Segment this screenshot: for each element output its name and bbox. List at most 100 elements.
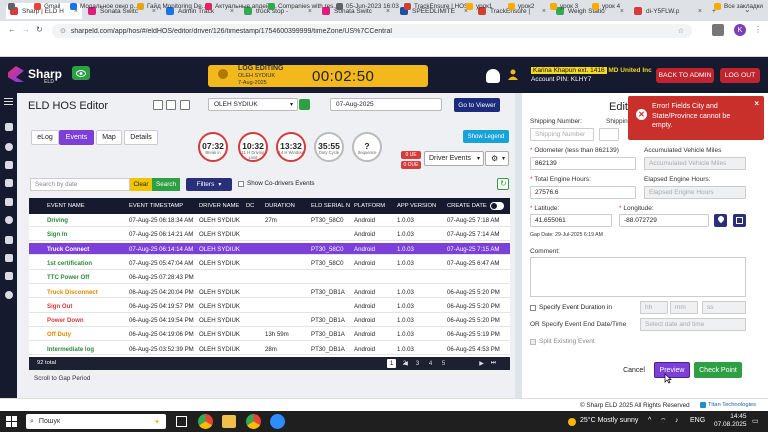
bookmark-item[interactable]: 05-Jun-2023 16:03 [336,3,399,10]
tab-events[interactable]: Events [59,130,94,145]
keyboard-language[interactable]: ENG [690,417,705,424]
file-explorer-icon[interactable] [222,415,236,428]
chart-icon[interactable] [5,236,13,244]
minutes-input[interactable]: mm [670,301,698,314]
volume-icon[interactable]: ♪ [675,417,679,424]
browser-menu-icon[interactable]: ⋮ [754,25,762,34]
seconds-input[interactable]: ss [702,301,746,314]
bookmark-item[interactable]: Companies with res... [268,3,339,10]
bookmark-item[interactable]: TrackEnsure | HOS [404,3,468,10]
table-row[interactable]: Driving 07-Aug-25 06:18:34 AM OLEH SYDIUK 2… [29,214,510,227]
page-button[interactable]: 2 [400,359,409,368]
col-dc[interactable]: DC [246,203,254,209]
tab-map[interactable]: Map [96,130,122,145]
driver-info-button[interactable] [299,99,310,110]
export-icon[interactable] [180,100,190,110]
go-to-viewer-button[interactable]: Go to Viewer [454,98,500,112]
bookmark-item[interactable]: Модальное окно р... [70,3,139,10]
latitude-input[interactable]: 41.655061 [530,214,612,227]
copy-location-icon[interactable] [733,214,746,227]
bookmark-item[interactable]: Gmail [34,3,60,10]
location-icon[interactable] [5,216,13,224]
clear-button[interactable]: Clear [130,178,152,191]
bookmark-item[interactable]: урок2 [508,3,534,10]
split-existing-event[interactable]: Split Existing Event [530,338,595,345]
bookmark-item[interactable]: урок 4 [592,3,620,10]
columns-toggle[interactable] [490,202,504,210]
windows-start-icon[interactable] [6,416,17,427]
tab-elog[interactable]: eLog [31,130,59,145]
table-row[interactable]: Sign Out 06-Aug-25 04:19:57 PM OLEH SYDIUK… [29,299,510,313]
driver-select[interactable]: OLEH SYDIUK ▾ [208,98,298,111]
col-app-version[interactable]: APP VERSION [397,203,436,209]
col-create-date[interactable]: CREATE DATE [447,203,487,209]
col-driver-name[interactable]: DRIVER NAME [199,203,239,209]
sharp-eld-logo[interactable]: Sharp ELD [8,63,62,85]
notification-icon[interactable]: ▭ [752,417,759,425]
tray-chevron-icon[interactable]: ^ [648,417,651,424]
chrome-profile-icon[interactable] [246,414,261,429]
last-page-button[interactable]: ⏭ [489,359,498,368]
page-button[interactable]: 1 [387,359,396,368]
driver-events-select[interactable]: Driver Events ▾ [424,151,484,166]
table-row[interactable]: Intermediate log 06-Aug-25 03:52:39 PM OLE… [29,342,510,356]
table-row[interactable]: Truck Connect 07-Aug-25 06:14:14 AM OLEH S… [29,242,510,256]
table-row[interactable]: 1st certification 07-Aug-25 05:47:04 AM OL… [29,256,510,270]
show-codrivers-checkbox[interactable]: Show Co-drivers Events [238,180,315,187]
weather-text[interactable]: 25°C Mostly sunny [580,417,638,424]
col-event-timestamp[interactable]: EVENT TIMESTAMP [129,203,183,209]
col-duration[interactable]: DURATION [265,203,295,209]
check-point-button[interactable]: Check Point [694,362,742,378]
table-row[interactable]: Power Down 06-Aug-25 04:19:54 PM OLEH SYDI… [29,314,510,327]
address-bar[interactable]: ⊙ sharpeld.com/app/hos/#/eldHOS/editor/dr… [52,24,692,38]
bookmark-item[interactable]: урок 3 [550,3,578,10]
bookmark-item[interactable]: Все закладки [714,3,763,10]
back-icon[interactable]: ← [8,25,16,34]
shipping-input-2[interactable] [599,128,619,141]
bookmark-item[interactable]: Актуальные апдейт... [205,3,277,10]
page-button[interactable]: 4 [426,359,435,368]
truck-icon[interactable] [5,161,13,169]
bookmark-star-icon[interactable]: ☆ [678,27,684,35]
engine-hours-input[interactable]: 27576.6 [530,186,636,199]
document-icon[interactable] [153,100,163,110]
close-icon[interactable]: × [754,99,759,108]
home-icon[interactable] [5,123,13,131]
filters-button[interactable]: Filters ▾ [186,178,232,191]
report-icon[interactable] [5,198,13,206]
extensions-icon[interactable] [712,24,724,36]
zoom-icon[interactable] [270,414,285,429]
acc-miles-input[interactable]: Accumulated Vehicle Miles [644,157,746,170]
search-button[interactable]: Search [152,178,180,191]
page-button[interactable]: 3 [413,359,422,368]
events-options-dropdown[interactable]: ⚙ ▾ [485,151,509,166]
taskbar-search[interactable]: ⌕ Пошук ✦ [26,414,166,429]
notifications-bell-icon[interactable] [486,69,500,83]
shipping-number-input[interactable]: Shipping Number [530,128,594,141]
browser-tab[interactable]: di-Y5FLW.p × [630,3,706,19]
elapsed-hours-input[interactable]: Elapsed Engine Hours [644,186,746,199]
page-button[interactable]: 5 [439,359,448,368]
menu-hamburger-icon[interactable] [4,98,13,105]
forward-icon[interactable]: → [22,25,30,34]
users-icon[interactable] [5,179,13,187]
refresh-icon[interactable]: ↻ [497,178,509,190]
hours-input[interactable]: hh [640,301,668,314]
search-date-input[interactable]: Search by date [30,178,130,191]
document-icon[interactable] [5,254,13,262]
date-picker[interactable]: 07-Aug-2025 [330,98,442,111]
specify-duration-checkbox[interactable]: Specify Event Duration in [530,304,612,311]
tab-details[interactable]: Details [124,130,158,145]
close-tab-icon[interactable]: × [695,8,702,15]
longitude-input[interactable]: -88.072729 [619,214,709,227]
table-row[interactable]: Sign In 07-Aug-25 06:14:21 AM OLEH SYDIUK A… [29,228,510,242]
col-eld-serial[interactable]: ELD SERIAL N [311,203,350,209]
print-icon[interactable] [166,100,176,110]
end-datetime-input[interactable]: Select date and time [640,318,746,331]
apps-grid-icon[interactable] [8,3,18,10]
network-icon[interactable]: ⌔ [660,417,667,426]
table-row[interactable]: Off Duty 06-Aug-25 04:19:06 PM OLEH SYDIUK… [29,328,510,342]
wrench-icon[interactable] [5,272,13,280]
preview-button[interactable]: Preview [654,362,690,378]
reload-icon[interactable]: ↻ [36,25,43,34]
